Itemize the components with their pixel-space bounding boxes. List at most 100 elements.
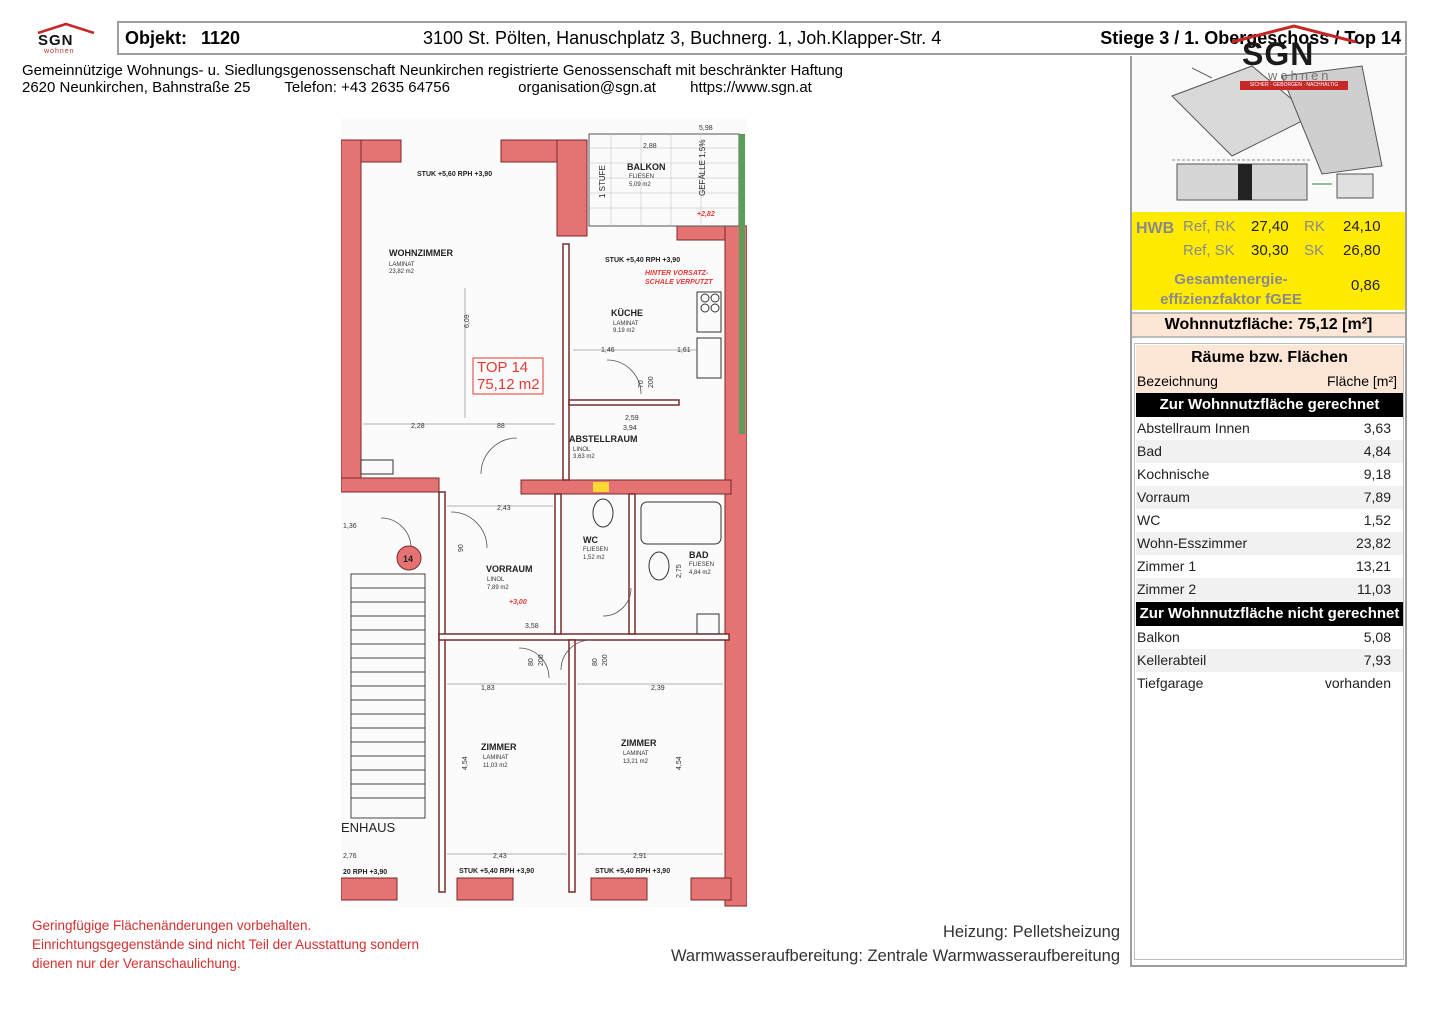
objekt-label: Objekt: 1120 <box>125 28 241 48</box>
table-row: Kochnische 9,18 <box>1137 466 1391 482</box>
plan-dim: 4,54 <box>676 756 683 770</box>
heating-type: Heizung: Pelletsheizung <box>942 923 1120 941</box>
plan-dim: 2,59 <box>625 415 639 422</box>
heating-info: Heizung: Pelletsheizung Warmwasseraufber… <box>671 920 1120 968</box>
plan-stuk-3: STUK +5,40 RPH +3,90 <box>459 868 534 875</box>
plan-label-abstellraum: ABSTELLRAUM <box>569 434 638 444</box>
sgn-logo-large: SGN wohnen SICHER · GEBORGEN · NACHHALTI… <box>1228 24 1360 94</box>
plan-stuk-5: 20 RPH +3,90 <box>343 869 387 876</box>
table-row: Zimmer 2 11,03 <box>1136 578 1403 601</box>
table-row: Tiefgarage vorhanden <box>1137 675 1391 691</box>
plan-area-vorraum: 7,89 m2 <box>487 585 509 591</box>
plan-dim: 200 <box>648 376 655 388</box>
plan-floor-vorraum: LINOL <box>487 577 505 583</box>
table-row: Balkon 5,08 <box>1137 629 1391 645</box>
plan-floor-zimmer-b: LAMINAT <box>623 751 649 757</box>
plan-label-vorraum: VORRAUM <box>486 564 533 574</box>
ref-sk-value: 30,30 <box>1251 242 1289 259</box>
plan-stuk-4: STUK +5,40 RPH +3,90 <box>595 868 670 875</box>
table-row: Vorraum 7,89 <box>1136 486 1403 509</box>
plan-dim: 70 <box>638 380 645 388</box>
plan-stuk-1: STUK +5,60 RPH +3,90 <box>417 171 492 178</box>
header-bar: Objekt: 1120 3100 St. Pölten, Hanuschplat… <box>117 21 1407 55</box>
plan-stiegenhaus: ENHAUS <box>341 820 396 835</box>
plan-dim: 2,39 <box>651 685 665 692</box>
plan-dim: 2,88 <box>643 143 657 150</box>
plan-stuk-2: STUK +5,40 RPH +3,90 <box>605 257 680 264</box>
logo-text: SGN <box>38 32 74 49</box>
plan-dim: 3,94 <box>623 425 637 432</box>
company-name: Gemeinnützige Wohnungs- u. Siedlungsgeno… <box>22 62 844 79</box>
plan-floor-bad: FLIESEN <box>689 562 714 568</box>
plan-area-zimmer-b: 13,21 m2 <box>623 759 649 765</box>
plan-area-kueche: 9,19 m2 <box>613 328 635 334</box>
logo-subtext: wohnen <box>44 48 75 55</box>
plan-dim: 200 <box>602 654 609 666</box>
floor-plan: WOHNZIMMER BALKON KÜCHE ABSTELLRAUM VORR… <box>341 118 747 908</box>
plan-dim: 1,83 <box>481 685 495 692</box>
plan-dim: 3,58 <box>525 623 539 630</box>
company-email: organisation@sgn.at <box>518 79 656 96</box>
company-info: Gemeinnützige Wohnungs- u. Siedlungsgeno… <box>22 62 843 96</box>
plan-area-balkon: 5,09 m2 <box>629 182 651 188</box>
wohnnutzflaeche-total: Wohnnutzfläche: 75,12 [m²] <box>1132 312 1405 338</box>
energy-box: HWB Ref, RK 27,40 RK 24,10 Ref, SK 30,30… <box>1132 212 1405 310</box>
plan-floor-abstellraum: LINOL <box>573 447 591 453</box>
hwb-label: HWB <box>1136 220 1175 237</box>
plan-top-label: TOP 14 <box>477 359 528 376</box>
disclaimer-line-2: Einrichtungsgegenstände sind nicht Teil … <box>32 937 420 952</box>
plan-level-1: +3,00 <box>509 599 527 606</box>
plan-dim: 80 <box>528 658 535 666</box>
plan-dim: 4,54 <box>462 756 469 770</box>
ref-rk-value: 27,40 <box>1251 218 1289 235</box>
plan-label-wohnzimmer: WOHNZIMMER <box>389 248 453 258</box>
rk-value: 24,10 <box>1343 218 1381 235</box>
company-address: 2620 Neunkirchen, Bahnstraße 25 <box>22 79 251 96</box>
plan-level-2: +2,82 <box>697 211 715 218</box>
plan-label-zimmer-b: ZIMMER <box>621 738 657 748</box>
plan-top-area: 75,12 m2 <box>477 376 540 393</box>
table-row: Bad 4,84 <box>1136 440 1403 463</box>
plan-area-abstellraum: 3,63 m2 <box>573 454 595 460</box>
plan-label-wc: WC <box>583 535 598 545</box>
plan-dim: 2,75 <box>676 564 683 578</box>
plan-floor-kueche: LAMINAT <box>613 321 639 327</box>
plan-label-kueche: KÜCHE <box>611 308 643 318</box>
plan-vorsatz-2: SCHALE VERPUTZT <box>645 279 713 286</box>
sgn-logo-small: SGN wohnen <box>30 22 102 55</box>
plan-label-zimmer-a: ZIMMER <box>481 742 517 752</box>
table-row: WC 1,52 <box>1137 512 1391 528</box>
rooms-title: Räume bzw. Flächen <box>1191 349 1348 366</box>
plan-dim: 90 <box>458 544 465 552</box>
disclaimer: Geringfügige Flächenänderungen vorbehalt… <box>32 916 419 973</box>
ref-sk-label: Ref, SK <box>1183 242 1235 259</box>
plan-area-bad: 4,84 m2 <box>689 570 711 576</box>
plan-vorsatz-1: HINTER VORSATZ- <box>645 270 709 277</box>
plan-dim: 2,76 <box>343 853 357 860</box>
object-address: 3100 St. Pölten, Hanuschplatz 3, Buchner… <box>423 28 942 48</box>
table-row: Zimmer 1 13,21 <box>1137 558 1391 574</box>
fgee-value: 0,86 <box>1351 277 1381 294</box>
plan-area-wohnzimmer: 23,82 m2 <box>389 269 415 275</box>
company-web: https://www.sgn.at <box>690 79 812 96</box>
plan-label-balkon: BALKON <box>627 162 666 172</box>
section-excluded: Zur Wohnnutzfläche nicht gerechnet <box>1136 602 1403 626</box>
plan-area-wc: 1,52 m2 <box>583 555 605 561</box>
disclaimer-line-3: dienen nur der Veranschaulichung. <box>32 956 241 971</box>
logo-tagline: SICHER · GEBORGEN · NACHHALTIG <box>1240 81 1348 90</box>
sk-value: 26,80 <box>1343 242 1381 259</box>
plan-dim: 80 <box>592 658 599 666</box>
rk-label: RK <box>1304 218 1325 235</box>
disclaimer-line-1: Geringfügige Flächenänderungen vorbehalt… <box>32 918 312 933</box>
plan-label-bad: BAD <box>689 550 709 560</box>
plan-dim: 200 <box>538 654 545 666</box>
plan-area-zimmer-a: 11,03 m2 <box>483 763 508 769</box>
objekt-number: 1120 <box>201 28 241 48</box>
plan-stufe: 1 STUFE <box>598 165 607 198</box>
plan-dim: 5,98 <box>699 125 713 132</box>
plan-dim: 1,61 <box>677 347 691 354</box>
ref-rk-label: Ref, RK <box>1183 218 1236 235</box>
plan-floor-zimmer-a: LAMINAT <box>483 755 509 761</box>
company-phone: Telefon: +43 2635 64756 <box>284 79 450 96</box>
col-name-header: Bezeichnung <box>1137 373 1218 389</box>
